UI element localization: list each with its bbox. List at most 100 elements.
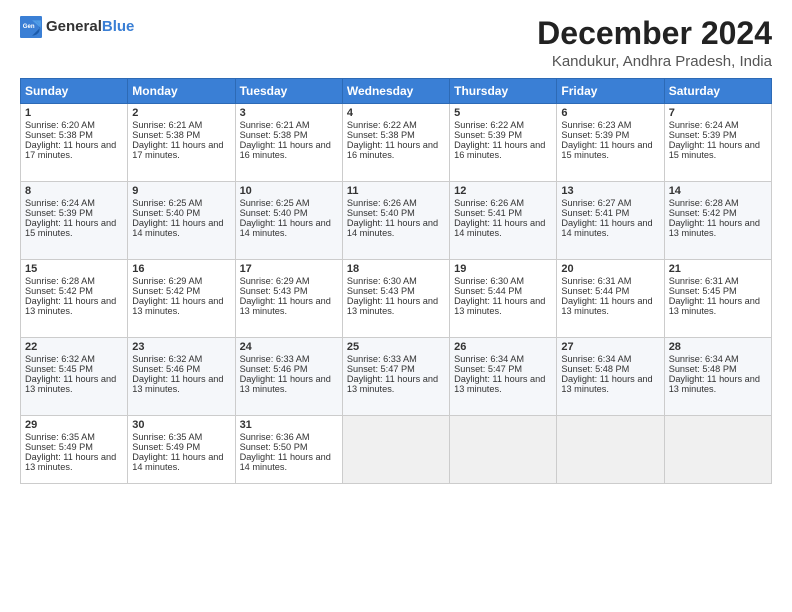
col-saturday: Saturday: [664, 79, 771, 104]
sunset-label: Sunset: 5:48 PM: [669, 364, 737, 374]
daylight-label: Daylight: 11 hours and 16 minutes.: [454, 140, 545, 160]
sunset-label: Sunset: 5:48 PM: [561, 364, 629, 374]
daylight-label: Daylight: 11 hours and 13 minutes.: [669, 218, 760, 238]
sunset-label: Sunset: 5:39 PM: [561, 130, 629, 140]
sunset-label: Sunset: 5:39 PM: [669, 130, 737, 140]
daylight-label: Daylight: 11 hours and 14 minutes.: [240, 452, 331, 472]
table-row: 20Sunrise: 6:31 AMSunset: 5:44 PMDayligh…: [557, 260, 664, 338]
logo-blue: Blue: [102, 19, 135, 36]
day-number: 17: [240, 263, 338, 275]
table-row: 3Sunrise: 6:21 AMSunset: 5:38 PMDaylight…: [235, 104, 342, 182]
table-row: [557, 416, 664, 484]
sunset-label: Sunset: 5:46 PM: [240, 364, 308, 374]
daylight-label: Daylight: 11 hours and 14 minutes.: [561, 218, 652, 238]
day-number: 3: [240, 107, 338, 119]
title-area: December 2024 Kandukur, Andhra Pradesh, …: [537, 16, 772, 70]
sunrise-label: Sunrise: 6:30 AM: [454, 276, 524, 286]
sunrise-label: Sunrise: 6:22 AM: [454, 120, 524, 130]
sunset-label: Sunset: 5:39 PM: [454, 130, 522, 140]
day-number: 29: [25, 419, 123, 431]
table-row: 27Sunrise: 6:34 AMSunset: 5:48 PMDayligh…: [557, 338, 664, 416]
sunset-label: Sunset: 5:47 PM: [347, 364, 415, 374]
day-number: 20: [561, 263, 659, 275]
sub-title: Kandukur, Andhra Pradesh, India: [537, 53, 772, 70]
daylight-label: Daylight: 11 hours and 13 minutes.: [132, 374, 223, 394]
sunrise-label: Sunrise: 6:21 AM: [132, 120, 202, 130]
sunrise-label: Sunrise: 6:34 AM: [669, 354, 739, 364]
svg-text:Gen: Gen: [23, 24, 35, 30]
daylight-label: Daylight: 11 hours and 15 minutes.: [25, 218, 116, 238]
day-number: 19: [454, 263, 552, 275]
sunrise-label: Sunrise: 6:29 AM: [132, 276, 202, 286]
col-friday: Friday: [557, 79, 664, 104]
header: Gen GeneralBlue December 2024 Kandukur, …: [20, 16, 772, 70]
logo-icon: Gen: [20, 16, 42, 38]
sunrise-label: Sunrise: 6:34 AM: [454, 354, 524, 364]
day-number: 21: [669, 263, 767, 275]
table-row: 16Sunrise: 6:29 AMSunset: 5:42 PMDayligh…: [128, 260, 235, 338]
calendar-week-row: 8Sunrise: 6:24 AMSunset: 5:39 PMDaylight…: [21, 182, 772, 260]
day-number: 7: [669, 107, 767, 119]
table-row: 14Sunrise: 6:28 AMSunset: 5:42 PMDayligh…: [664, 182, 771, 260]
daylight-label: Daylight: 11 hours and 14 minutes.: [132, 452, 223, 472]
sunrise-label: Sunrise: 6:24 AM: [25, 198, 95, 208]
sunrise-label: Sunrise: 6:33 AM: [240, 354, 310, 364]
sunrise-label: Sunrise: 6:31 AM: [561, 276, 631, 286]
sunset-label: Sunset: 5:41 PM: [561, 208, 629, 218]
table-row: 17Sunrise: 6:29 AMSunset: 5:43 PMDayligh…: [235, 260, 342, 338]
daylight-label: Daylight: 11 hours and 17 minutes.: [132, 140, 223, 160]
table-row: 15Sunrise: 6:28 AMSunset: 5:42 PMDayligh…: [21, 260, 128, 338]
daylight-label: Daylight: 11 hours and 13 minutes.: [25, 374, 116, 394]
sunrise-label: Sunrise: 6:29 AM: [240, 276, 310, 286]
sunset-label: Sunset: 5:41 PM: [454, 208, 522, 218]
sunset-label: Sunset: 5:49 PM: [132, 442, 200, 452]
daylight-label: Daylight: 11 hours and 14 minutes.: [347, 218, 438, 238]
table-row: [450, 416, 557, 484]
day-number: 11: [347, 185, 445, 197]
table-row: 29Sunrise: 6:35 AMSunset: 5:49 PMDayligh…: [21, 416, 128, 484]
daylight-label: Daylight: 11 hours and 15 minutes.: [669, 140, 760, 160]
daylight-label: Daylight: 11 hours and 13 minutes.: [347, 374, 438, 394]
sunrise-label: Sunrise: 6:31 AM: [669, 276, 739, 286]
day-number: 30: [132, 419, 230, 431]
day-number: 9: [132, 185, 230, 197]
table-row: 4Sunrise: 6:22 AMSunset: 5:38 PMDaylight…: [342, 104, 449, 182]
daylight-label: Daylight: 11 hours and 13 minutes.: [561, 296, 652, 316]
day-number: 31: [240, 419, 338, 431]
sunrise-label: Sunrise: 6:28 AM: [669, 198, 739, 208]
table-row: [342, 416, 449, 484]
daylight-label: Daylight: 11 hours and 13 minutes.: [347, 296, 438, 316]
sunset-label: Sunset: 5:38 PM: [132, 130, 200, 140]
sunset-label: Sunset: 5:47 PM: [454, 364, 522, 374]
sunset-label: Sunset: 5:45 PM: [25, 364, 93, 374]
table-row: 2Sunrise: 6:21 AMSunset: 5:38 PMDaylight…: [128, 104, 235, 182]
sunset-label: Sunset: 5:42 PM: [25, 286, 93, 296]
day-number: 8: [25, 185, 123, 197]
sunset-label: Sunset: 5:40 PM: [132, 208, 200, 218]
day-number: 27: [561, 341, 659, 353]
sunset-label: Sunset: 5:38 PM: [240, 130, 308, 140]
day-number: 16: [132, 263, 230, 275]
sunrise-label: Sunrise: 6:21 AM: [240, 120, 310, 130]
sunrise-label: Sunrise: 6:23 AM: [561, 120, 631, 130]
daylight-label: Daylight: 11 hours and 16 minutes.: [347, 140, 438, 160]
table-row: 30Sunrise: 6:35 AMSunset: 5:49 PMDayligh…: [128, 416, 235, 484]
daylight-label: Daylight: 11 hours and 14 minutes.: [240, 218, 331, 238]
day-number: 14: [669, 185, 767, 197]
daylight-label: Daylight: 11 hours and 13 minutes.: [132, 296, 223, 316]
daylight-label: Daylight: 11 hours and 15 minutes.: [561, 140, 652, 160]
sunset-label: Sunset: 5:43 PM: [240, 286, 308, 296]
day-number: 10: [240, 185, 338, 197]
sunset-label: Sunset: 5:50 PM: [240, 442, 308, 452]
day-number: 15: [25, 263, 123, 275]
table-row: 7Sunrise: 6:24 AMSunset: 5:39 PMDaylight…: [664, 104, 771, 182]
daylight-label: Daylight: 11 hours and 14 minutes.: [132, 218, 223, 238]
header-row: Sunday Monday Tuesday Wednesday Thursday…: [21, 79, 772, 104]
sunrise-label: Sunrise: 6:30 AM: [347, 276, 417, 286]
day-number: 22: [25, 341, 123, 353]
sunrise-label: Sunrise: 6:27 AM: [561, 198, 631, 208]
table-row: 6Sunrise: 6:23 AMSunset: 5:39 PMDaylight…: [557, 104, 664, 182]
sunrise-label: Sunrise: 6:32 AM: [25, 354, 95, 364]
daylight-label: Daylight: 11 hours and 13 minutes.: [454, 296, 545, 316]
calendar-table: Sunday Monday Tuesday Wednesday Thursday…: [20, 78, 772, 484]
